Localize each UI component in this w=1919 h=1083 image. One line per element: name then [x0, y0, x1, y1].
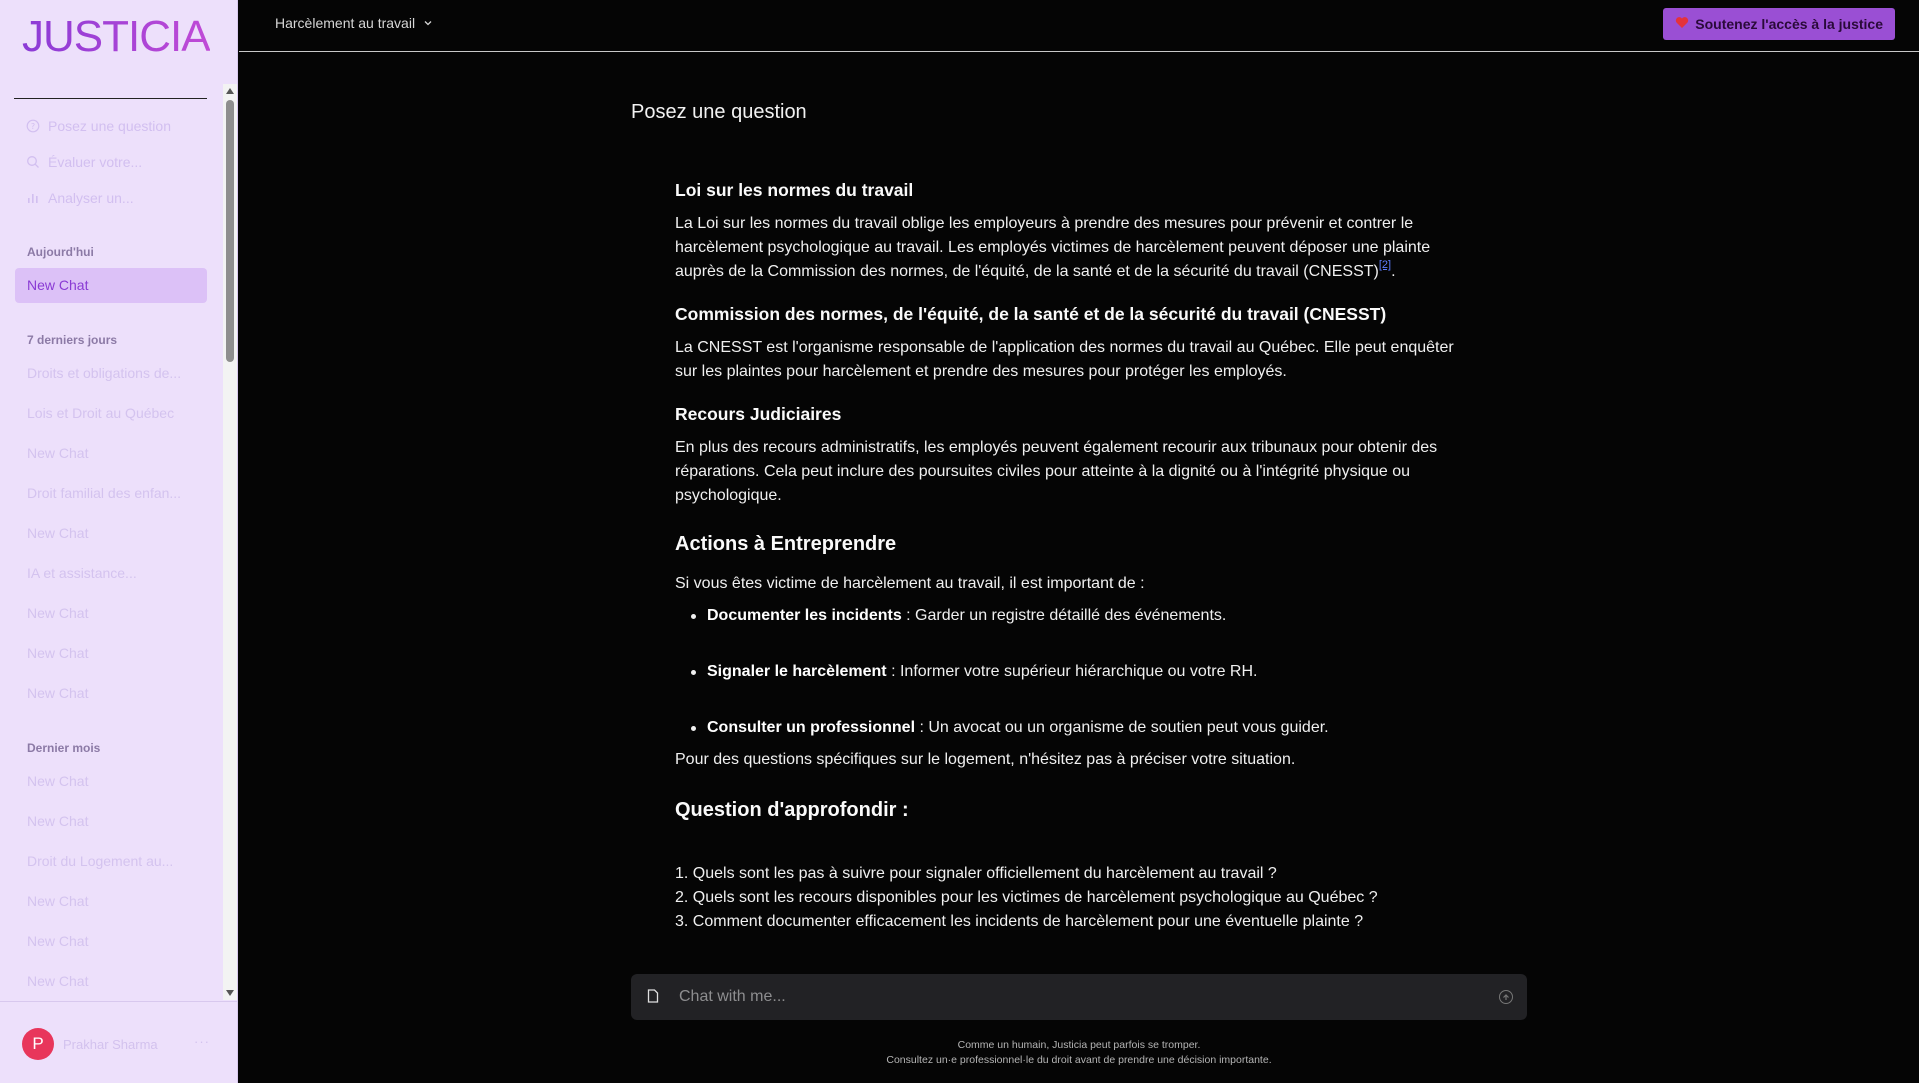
- chat-item[interactable]: New Chat: [27, 973, 207, 989]
- avatar[interactable]: P: [22, 1028, 54, 1060]
- user-name: Prakhar Sharma: [63, 1037, 158, 1052]
- list-item-text: : Informer votre supérieur hiérarchique …: [886, 663, 1258, 680]
- paragraph-line: En plus des recours administratifs, les …: [675, 439, 1438, 456]
- sidebar-scroll-area: ? Posez une question Évaluer votre... An…: [0, 100, 222, 1000]
- scrollbar-thumb[interactable]: [226, 100, 234, 362]
- heart-icon: [1675, 16, 1689, 32]
- sidebar-scrollbar[interactable]: [223, 84, 237, 1000]
- disclaimer-line: Comme un humain, Justicia peut parfois s…: [957, 1039, 1201, 1051]
- nav-label: Analyser un...: [48, 190, 134, 206]
- scroll-up-icon[interactable]: [226, 88, 234, 94]
- paragraph-line: harcèlement psychologique au travail. Le…: [675, 239, 1431, 256]
- user-bar[interactable]: P Prakhar Sharma ···: [0, 1001, 238, 1083]
- chevron-down-icon: [423, 15, 433, 31]
- chat-item[interactable]: Droit du Logement au...: [27, 853, 207, 869]
- chat-input[interactable]: [679, 974, 1459, 1020]
- bar-chart-icon: [26, 191, 40, 205]
- chat-item[interactable]: Lois et Droit au Québec: [27, 405, 207, 421]
- chat-input-box: [631, 974, 1527, 1020]
- chat-item[interactable]: New Chat: [27, 685, 207, 701]
- attach-file-icon[interactable]: [647, 989, 659, 1008]
- divider: [14, 98, 207, 99]
- sidebar: JUSTICIA ? Posez une question Évaluer vo…: [0, 0, 238, 1083]
- send-icon[interactable]: [1499, 990, 1513, 1004]
- topic-label: Harcèlement au travail: [275, 15, 416, 31]
- more-options-icon[interactable]: ···: [194, 1034, 210, 1049]
- section-heading: Recours Judiciaires: [675, 404, 842, 424]
- group-label-today: Aujourd'hui: [27, 245, 94, 259]
- paragraph-line: réparations. Cela peut inclure des pours…: [675, 463, 1411, 480]
- search-icon: [26, 155, 40, 169]
- chat-item[interactable]: New Chat: [27, 605, 207, 621]
- chat-item[interactable]: Droit familial des enfan...: [27, 485, 207, 501]
- nav-ask-question[interactable]: ? Posez une question: [26, 116, 171, 136]
- follow-up-question[interactable]: 3. Comment documenter efficacement les i…: [675, 910, 1515, 934]
- page-title: Posez une question: [631, 101, 807, 123]
- section-heading: Actions à Entreprendre: [675, 533, 897, 555]
- disclaimer-line: Consultez un·e professionnel·le du droit…: [886, 1054, 1272, 1066]
- paragraph-line: psychologique.: [675, 487, 782, 504]
- citation-link[interactable]: [2]: [1379, 259, 1391, 271]
- chat-item[interactable]: IA et assistance...: [27, 565, 207, 581]
- topic-dropdown[interactable]: Harcèlement au travail: [275, 15, 433, 31]
- chat-item[interactable]: New Chat: [27, 645, 207, 661]
- paragraph-text: auprès de la Commission des normes, de l…: [675, 263, 1379, 280]
- top-bar: Harcèlement au travail Soutenez l'accès …: [239, 0, 1919, 52]
- paragraph-line: La Loi sur les normes du travail oblige …: [675, 215, 1414, 232]
- justicia-logo[interactable]: JUSTICIA: [22, 12, 211, 62]
- chat-item[interactable]: New Chat: [27, 525, 207, 541]
- list-item-text: : Un avocat ou un organisme de soutien p…: [915, 719, 1329, 736]
- chat-item[interactable]: New Chat: [27, 813, 207, 829]
- svg-text:?: ?: [31, 122, 35, 131]
- list-item-bold: Documenter les incidents: [707, 607, 902, 624]
- chat-item[interactable]: New Chat: [27, 933, 207, 949]
- chat-item-active[interactable]: New Chat: [15, 268, 207, 303]
- nav-analyze[interactable]: Analyser un...: [26, 188, 134, 208]
- follow-up-question[interactable]: 2. Quels sont les recours disponibles po…: [675, 886, 1515, 910]
- list-item-text: : Garder un registre détaillé des événem…: [901, 607, 1227, 624]
- scroll-down-icon[interactable]: [226, 990, 234, 996]
- paragraph-line: Pour des questions spécifiques sur le lo…: [675, 751, 1296, 768]
- support-button[interactable]: Soutenez l'accès à la justice: [1663, 8, 1895, 40]
- app-window: JUSTICIA ? Posez une question Évaluer vo…: [0, 0, 1919, 1083]
- paragraph-line: auprès de la Commission des normes, de l…: [675, 260, 1515, 284]
- nav-evaluate[interactable]: Évaluer votre...: [26, 152, 142, 172]
- support-label: Soutenez l'accès à la justice: [1695, 16, 1883, 32]
- list-item-bold: Consulter un professionnel: [707, 719, 916, 736]
- chat-item[interactable]: New Chat: [27, 893, 207, 909]
- group-label-month: Dernier mois: [27, 741, 101, 755]
- chat-item[interactable]: New Chat: [27, 773, 207, 789]
- paragraph-line: La CNESST est l'organisme responsable de…: [675, 339, 1454, 356]
- question-circle-icon: ?: [26, 119, 40, 133]
- list-item-bold: Signaler le harcèlement: [707, 663, 887, 680]
- section-heading: Question d'approfondir :: [675, 799, 909, 821]
- paragraph-text: .: [1391, 263, 1396, 280]
- section-heading: Commission des normes, de l'équité, de l…: [675, 304, 1387, 324]
- section-heading: Loi sur les normes du travail: [675, 180, 914, 200]
- nav-label: Évaluer votre...: [48, 154, 143, 170]
- chat-item[interactable]: Droits et obligations de...: [27, 365, 207, 381]
- list-item: Documenter les incidents : Garder un reg…: [691, 604, 1507, 628]
- follow-up-question[interactable]: 1. Quels sont les pas à suivre pour sign…: [675, 862, 1515, 886]
- list-item: Consulter un professionnel : Un avocat o…: [691, 716, 1507, 740]
- nav-label: Posez une question: [48, 118, 171, 134]
- list-item: Signaler le harcèlement : Informer votre…: [691, 660, 1507, 684]
- chat-item[interactable]: New Chat: [27, 445, 207, 461]
- group-label-week: 7 derniers jours: [27, 333, 118, 347]
- paragraph-line: Si vous êtes victime de harcèlement au t…: [675, 575, 1145, 592]
- paragraph-line: sur les plaintes pour harcèlement et pre…: [675, 363, 1287, 380]
